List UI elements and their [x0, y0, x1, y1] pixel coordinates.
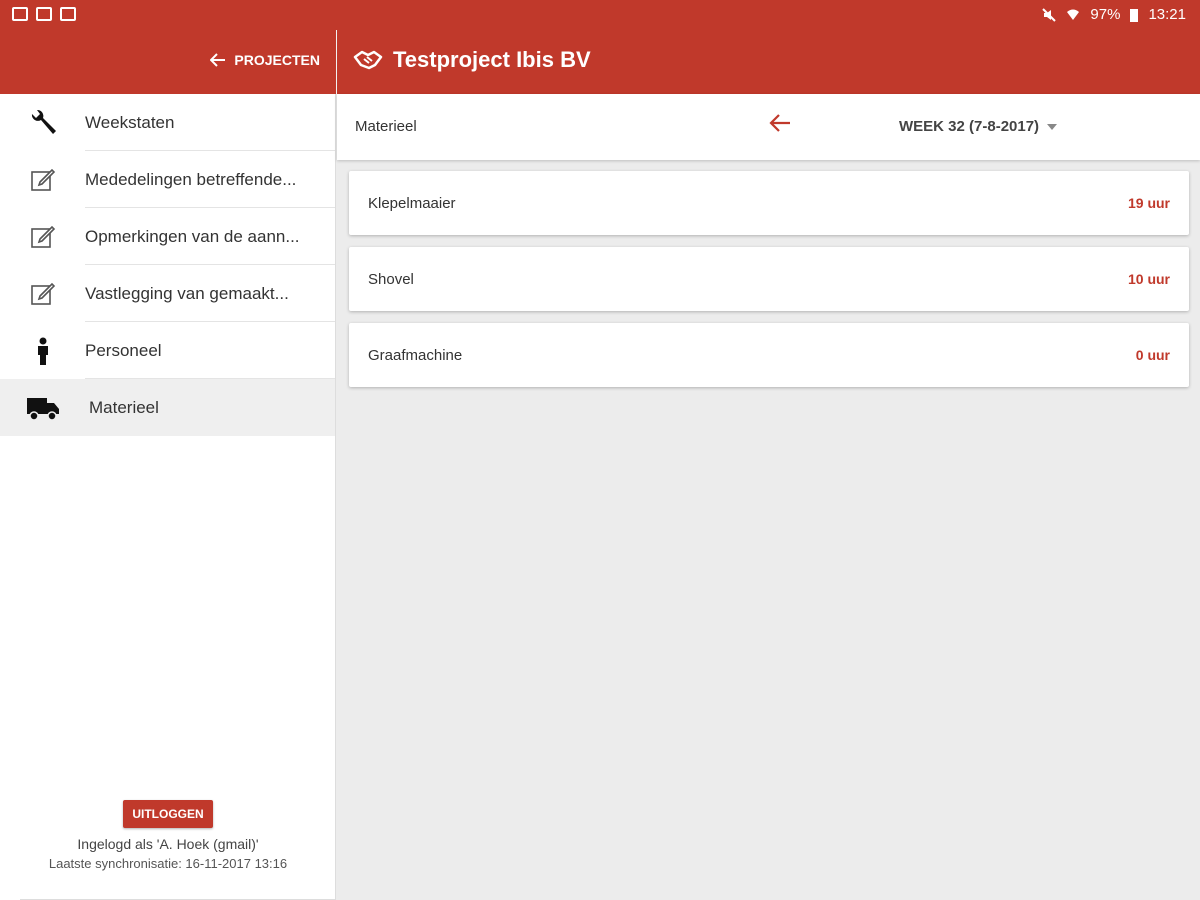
- equipment-name: Shovel: [368, 270, 414, 288]
- sidebar: Weekstaten Mededelingen betreffende... O…: [0, 94, 336, 900]
- list-item[interactable]: Graafmachine 0 uur: [349, 323, 1189, 387]
- battery-icon: [1130, 8, 1139, 22]
- edit-icon: [30, 168, 55, 191]
- handshake-icon: [353, 50, 383, 70]
- previous-week-button[interactable]: [769, 113, 791, 138]
- sidebar-item-label: Vastlegging van gemaakt...: [85, 283, 289, 303]
- logged-in-text: Ingelogd als 'A. Hoek (gmail)': [77, 836, 259, 852]
- sidebar-item-label: Personeel: [85, 340, 162, 360]
- mail-icon: [36, 7, 52, 21]
- mute-icon: [1042, 7, 1057, 22]
- equipment-name: Klepelmaaier: [368, 194, 456, 212]
- battery-percentage: 97%: [1090, 6, 1121, 23]
- week-selector[interactable]: WEEK 32 (7-8-2017): [899, 118, 1058, 135]
- status-bar: 97% 13:21: [0, 0, 1200, 30]
- sidebar-item-weekstaten[interactable]: Weekstaten: [0, 94, 335, 151]
- sidebar-item-vastlegging[interactable]: Vastlegging van gemaakt...: [0, 265, 335, 322]
- sidebar-item-materieel[interactable]: Materieel: [0, 379, 335, 436]
- sidebar-item-opmerkingen[interactable]: Opmerkingen van de aann...: [0, 208, 335, 265]
- arrow-left-icon: [210, 53, 226, 67]
- arrow-left-icon: [769, 114, 790, 132]
- back-to-projects-button[interactable]: PROJECTEN: [210, 52, 320, 68]
- section-title: Materieel: [355, 118, 417, 135]
- chevron-down-icon: [1047, 123, 1058, 130]
- logout-button[interactable]: UITLOGGEN: [123, 800, 213, 828]
- list-item[interactable]: Klepelmaaier 19 uur: [349, 171, 1189, 235]
- list-item[interactable]: Shovel 10 uur: [349, 247, 1189, 311]
- sync-status-text: Laatste synchronisatie: 16-11-2017 13:16: [48, 856, 288, 871]
- week-label: WEEK 32 (7-8-2017): [899, 118, 1040, 135]
- image-icon: [12, 7, 28, 21]
- app-bar: Testproject Ibis BV: [337, 30, 1200, 94]
- page-title: Testproject Ibis BV: [393, 47, 591, 72]
- back-to-projects-label: PROJECTEN: [234, 52, 320, 68]
- equipment-hours: 0 uur: [1135, 347, 1170, 363]
- sidebar-header: PROJECTEN: [0, 30, 336, 94]
- clock: 13:21: [1148, 6, 1186, 23]
- content-toolbar: Materieel WEEK 32 (7-8-2017): [337, 94, 1200, 160]
- equipment-name: Graafmachine: [368, 346, 463, 364]
- edit-icon: [30, 225, 55, 248]
- sidebar-item-personeel[interactable]: Personeel: [0, 322, 335, 379]
- sidebar-item-label: Materieel: [89, 397, 159, 417]
- flipboard-icon: [60, 7, 76, 21]
- sidebar-item-label: Mededelingen betreffende...: [85, 169, 297, 189]
- equipment-hours: 10 uur: [1127, 271, 1170, 287]
- truck-icon: [26, 397, 59, 421]
- wifi-icon: [1067, 9, 1080, 20]
- sidebar-item-mededelingen[interactable]: Mededelingen betreffende...: [0, 151, 335, 208]
- equipment-list: Klepelmaaier 19 uur Shovel 10 uur Graafm…: [349, 171, 1189, 399]
- project-title-group: Testproject Ibis BV: [353, 47, 591, 73]
- edit-icon: [30, 282, 55, 305]
- person-icon: [37, 337, 48, 365]
- sidebar-item-label: Opmerkingen van de aann...: [85, 226, 300, 246]
- sidebar-footer: UITLOGGEN Ingelogd als 'A. Hoek (gmail)'…: [0, 800, 336, 900]
- wrench-icon: [31, 109, 56, 134]
- sidebar-item-label: Weekstaten: [85, 112, 175, 132]
- equipment-hours: 19 uur: [1127, 195, 1170, 211]
